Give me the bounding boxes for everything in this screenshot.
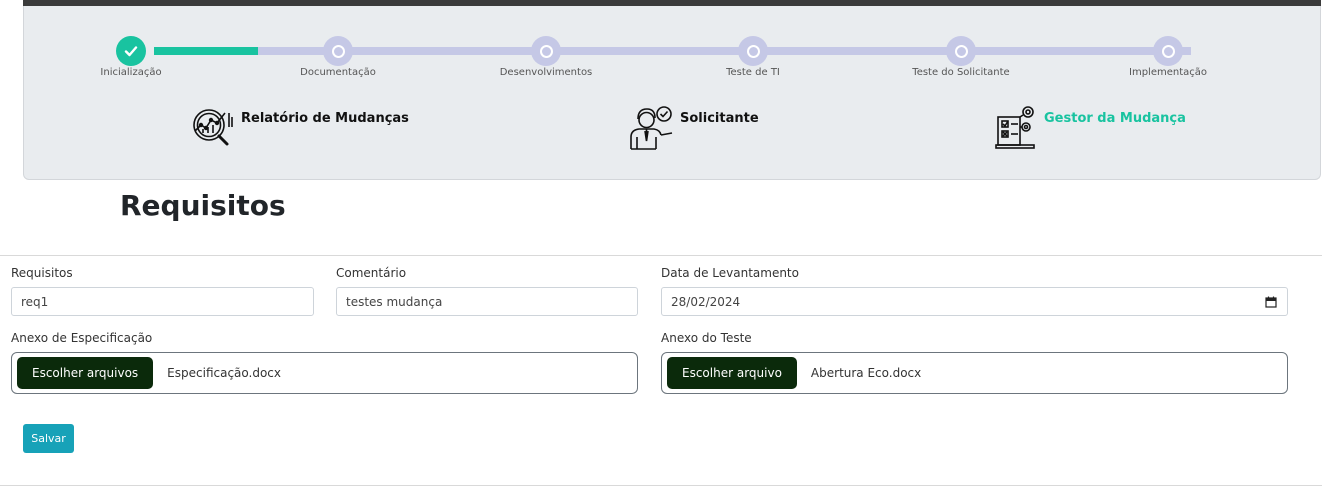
step-label: Desenvolvimentos [499, 67, 593, 78]
comentario-value: testes mudança [346, 294, 443, 309]
role-solicitante[interactable]: Solicitante [628, 103, 759, 151]
step-label: Implementação [1129, 67, 1207, 78]
divider [0, 255, 1322, 256]
role-label: Solicitante [680, 111, 759, 126]
step-teste-ti[interactable] [738, 36, 768, 66]
divider [0, 485, 1322, 486]
requisitos-input[interactable]: req1 [11, 287, 314, 316]
workflow-panel: Inicialização Documentação Desenvolvimen… [23, 6, 1321, 180]
choose-files-button[interactable]: Escolher arquivos [17, 357, 154, 389]
report-analysis-icon [193, 109, 233, 146]
step-desenvolvimentos[interactable] [531, 36, 561, 66]
comentario-input[interactable]: testes mudança [336, 287, 638, 316]
step-ring-icon [539, 44, 553, 58]
step-ring-icon [1161, 44, 1175, 58]
requisitos-value: req1 [21, 294, 49, 309]
step-ring-icon [331, 44, 345, 58]
step-teste-solicitante[interactable] [946, 36, 976, 66]
step-documentacao[interactable] [323, 36, 353, 66]
comentario-label: Comentário [336, 266, 407, 280]
anexo-teste-input[interactable]: Escolher arquivo Abertura Eco.docx [661, 352, 1288, 394]
data-levantamento-input[interactable]: 28/02/2024 [661, 287, 1288, 316]
role-label-active: Gestor da Mudança [1044, 111, 1186, 126]
step-implementacao[interactable] [1153, 36, 1183, 66]
step-inicializacao[interactable] [116, 36, 146, 66]
page-title: Requisitos [120, 189, 286, 222]
selected-file-name: Abertura Eco.docx [810, 366, 922, 380]
step-label: Inicialização [100, 67, 162, 78]
step-ring-icon [746, 44, 760, 58]
save-button[interactable]: Salvar [23, 424, 74, 453]
calendar-icon[interactable] [1265, 296, 1277, 308]
requester-person-icon [630, 106, 673, 150]
anexo-teste-label: Anexo do Teste [661, 331, 752, 345]
role-gestor-mudanca[interactable]: Gestor da Mudança [992, 103, 1186, 151]
anexo-especificacao-label: Anexo de Especificação [11, 331, 153, 345]
data-levantamento-value: 28/02/2024 [671, 294, 741, 309]
selected-file-name: Especificação.docx [167, 366, 282, 380]
choose-file-button[interactable]: Escolher arquivo [667, 357, 797, 389]
step-label: Teste de TI [726, 67, 780, 78]
requisitos-label: Requisitos [11, 266, 73, 280]
anexo-especificacao-input[interactable]: Escolher arquivos Especificação.docx [11, 352, 638, 394]
check-icon [124, 46, 138, 57]
progress-fill [154, 47, 258, 55]
role-label: Relatório de Mudanças [241, 111, 409, 126]
change-manager-icon [995, 106, 1035, 149]
progress-track [154, 47, 1191, 55]
step-label: Teste do Solicitante [912, 67, 1010, 78]
step-label: Documentação [300, 67, 376, 78]
data-levantamento-label: Data de Levantamento [661, 266, 799, 280]
step-ring-icon [954, 44, 968, 58]
role-relatorio-mudancas[interactable]: Relatório de Mudanças [189, 103, 409, 151]
